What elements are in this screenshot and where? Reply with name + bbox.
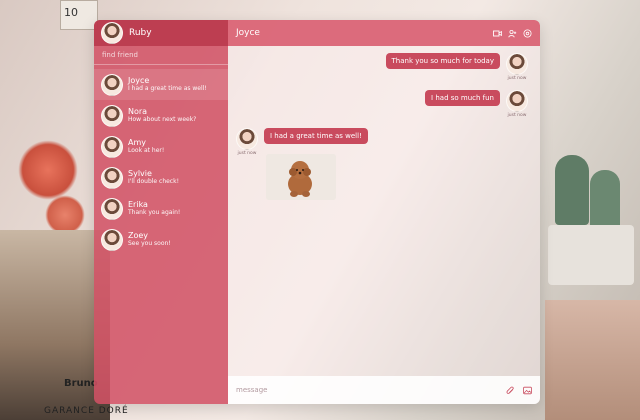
- avatar: [101, 228, 123, 251]
- add-user-icon[interactable]: [508, 29, 517, 38]
- message-outgoing: Thank you so much for today just now: [385, 53, 528, 81]
- settings-icon[interactable]: [523, 29, 532, 38]
- contact-list: Joyce I had a great time as well! Nora H…: [94, 69, 228, 255]
- contact-preview: Thank you again!: [128, 208, 181, 216]
- attach-icon[interactable]: [506, 386, 515, 395]
- contact-item-erika[interactable]: Erika Thank you again!: [94, 193, 228, 224]
- avatar: [101, 166, 123, 189]
- contact-preview: See you soon!: [128, 239, 171, 247]
- contact-item-sylvie[interactable]: Sylvie I'll double check!: [94, 162, 228, 193]
- find-friend-input[interactable]: [102, 51, 220, 59]
- background-book-spine: Bruno: [64, 378, 98, 389]
- message-bubble[interactable]: I had a great time as well!: [264, 128, 368, 144]
- contact-item-amy[interactable]: Amy Look at her!: [94, 131, 228, 162]
- background-pot: [548, 225, 634, 285]
- contact-item-joyce[interactable]: Joyce I had a great time as well!: [94, 69, 228, 100]
- avatar: [101, 135, 123, 158]
- message-bubble[interactable]: Thank you so much for today: [385, 53, 500, 69]
- background-frame-number: 10: [64, 6, 78, 19]
- avatar: [101, 197, 123, 220]
- avatar: [101, 73, 123, 96]
- message-time: just now: [507, 76, 527, 81]
- avatar: [101, 104, 123, 127]
- chat-header: Joyce: [228, 20, 540, 46]
- sidebar-header: Ruby: [94, 20, 228, 46]
- background-cactus: [555, 155, 589, 225]
- background-flower: [18, 140, 78, 200]
- poodle-puppy-photo: [266, 154, 336, 200]
- message-time: just now: [507, 113, 527, 118]
- avatar: [506, 90, 528, 112]
- sidebar: Ruby Joyce I had a great time as well! N…: [94, 20, 228, 404]
- contact-preview: I had a great time as well!: [128, 84, 207, 92]
- message-input[interactable]: [236, 386, 498, 394]
- message-bubble[interactable]: I had so much fun: [425, 90, 500, 106]
- current-user-name: Ruby: [129, 28, 152, 38]
- message-composer: [228, 376, 540, 404]
- find-friend-bar: [94, 46, 228, 65]
- message-list: Thank you so much for today just now I h…: [228, 46, 540, 376]
- background-flower: [45, 195, 85, 235]
- image-icon[interactable]: [523, 386, 532, 395]
- contact-item-nora[interactable]: Nora How about next week?: [94, 100, 228, 131]
- background-book-cover: GARANCE DORÉ: [44, 406, 129, 416]
- message-incoming: just now I had a great time as well!: [236, 128, 368, 156]
- message-time: just now: [237, 151, 257, 156]
- chat-title: Joyce: [236, 28, 260, 38]
- avatar: [236, 128, 258, 150]
- current-user-avatar[interactable]: [101, 22, 123, 44]
- contact-preview: How about next week?: [128, 115, 197, 123]
- video-icon[interactable]: [493, 29, 502, 38]
- contact-item-zoey[interactable]: Zoey See you soon!: [94, 224, 228, 255]
- chat-app-window: Ruby Joyce I had a great time as well! N…: [94, 20, 540, 404]
- avatar: [506, 53, 528, 75]
- background-books: [545, 300, 640, 420]
- contact-preview: Look at her!: [128, 146, 165, 154]
- message-outgoing: I had so much fun just now: [425, 90, 528, 118]
- message-image[interactable]: [266, 154, 336, 200]
- contact-preview: I'll double check!: [128, 177, 179, 185]
- chat-panel: Joyce Thank you so much for today just n…: [228, 20, 540, 404]
